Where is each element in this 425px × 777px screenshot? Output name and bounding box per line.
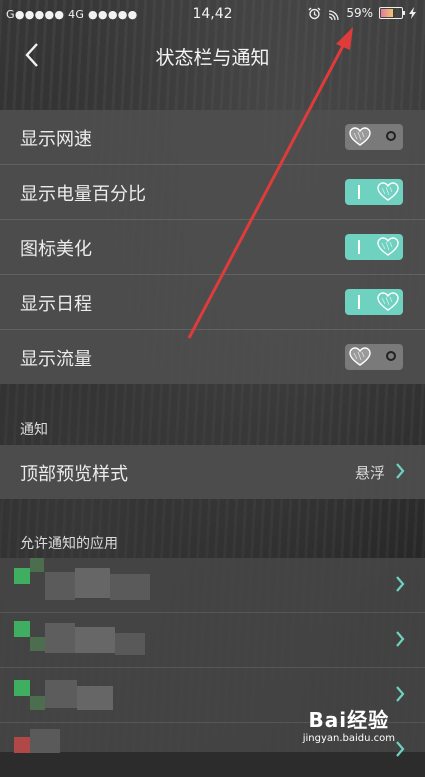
watermark-logo: Bai经验 <box>308 708 390 732</box>
watermark-url: jingyan.baidu.com <box>302 733 395 744</box>
annotation-arrow <box>187 27 353 339</box>
baidu-jingyan-watermark: Bai经验 jingyan.baidu.com <box>303 704 395 744</box>
